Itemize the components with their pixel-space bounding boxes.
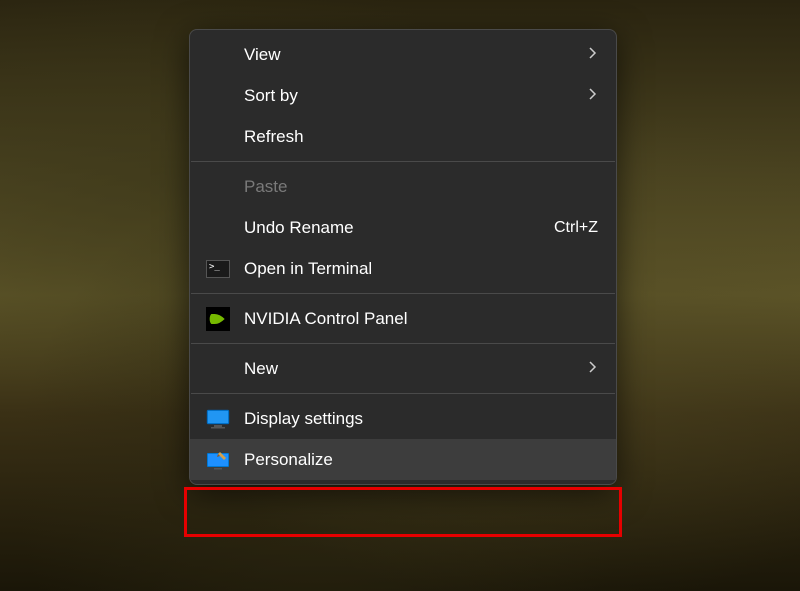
menu-item-paste: Paste <box>190 166 616 207</box>
chevron-right-icon <box>588 87 598 104</box>
chevron-right-icon <box>588 360 598 377</box>
menu-item-personalize[interactable]: Personalize <box>190 439 616 480</box>
menu-label: View <box>244 45 578 65</box>
menu-separator <box>191 161 615 162</box>
chevron-right-icon <box>588 46 598 63</box>
menu-item-undo-rename[interactable]: Undo Rename Ctrl+Z <box>190 207 616 248</box>
menu-label: NVIDIA Control Panel <box>244 309 598 329</box>
menu-item-new[interactable]: New <box>190 348 616 389</box>
menu-label: Sort by <box>244 86 578 106</box>
menu-separator <box>191 393 615 394</box>
menu-separator <box>191 293 615 294</box>
menu-label: New <box>244 359 578 379</box>
desktop-context-menu: View Sort by Refresh Paste Undo Rename C… <box>189 29 617 485</box>
personalize-icon <box>204 446 232 474</box>
menu-item-view[interactable]: View <box>190 34 616 75</box>
menu-shortcut: Ctrl+Z <box>554 219 598 237</box>
menu-label: Paste <box>244 177 598 197</box>
menu-item-open-terminal[interactable]: Open in Terminal <box>190 248 616 289</box>
nvidia-icon <box>204 305 232 333</box>
menu-item-sort-by[interactable]: Sort by <box>190 75 616 116</box>
menu-label: Undo Rename <box>244 218 534 238</box>
menu-label: Display settings <box>244 409 598 429</box>
menu-label: Refresh <box>244 127 598 147</box>
menu-item-nvidia-control-panel[interactable]: NVIDIA Control Panel <box>190 298 616 339</box>
menu-label: Personalize <box>244 450 598 470</box>
menu-separator <box>191 343 615 344</box>
display-icon <box>204 405 232 433</box>
menu-label: Open in Terminal <box>244 259 598 279</box>
menu-item-display-settings[interactable]: Display settings <box>190 398 616 439</box>
terminal-icon <box>204 255 232 283</box>
menu-item-refresh[interactable]: Refresh <box>190 116 616 157</box>
